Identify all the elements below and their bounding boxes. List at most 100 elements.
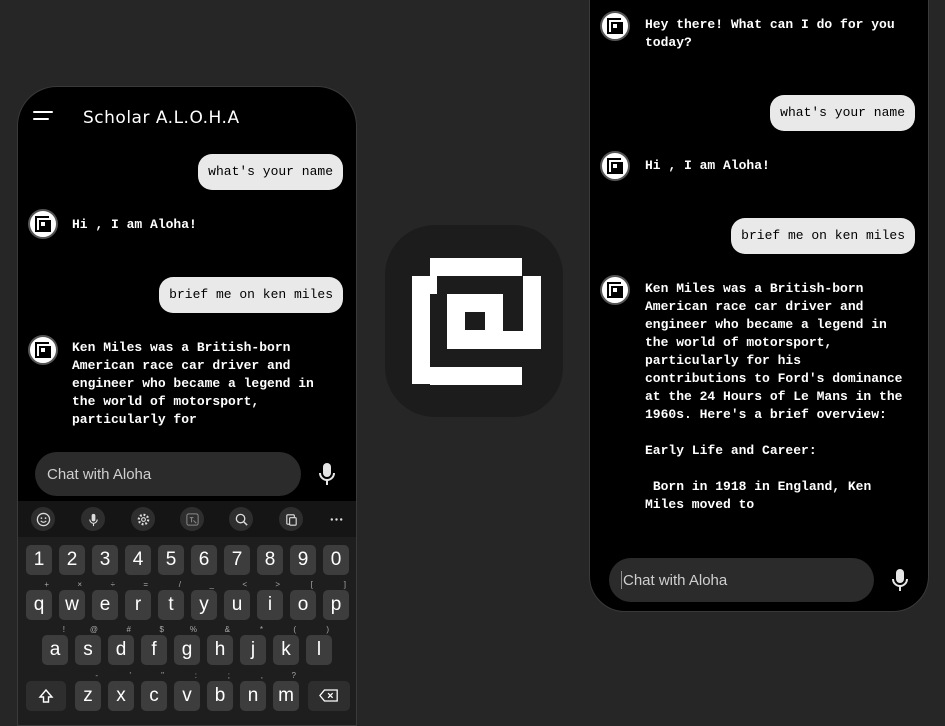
- bot-message: Ken Miles was a British-born American ra…: [72, 340, 314, 427]
- key-z[interactable]: z-: [75, 671, 101, 711]
- key-label: w: [65, 594, 79, 615]
- key-secondary-label: &: [224, 625, 230, 634]
- backspace-key-icon[interactable]: [308, 681, 350, 711]
- key-o[interactable]: o[: [290, 580, 316, 620]
- shift-key-icon[interactable]: [26, 681, 66, 711]
- key-label: q: [33, 594, 45, 615]
- chat-input[interactable]: Chat with Aloha: [35, 452, 301, 496]
- key-5[interactable]: 5: [158, 545, 184, 575]
- key-label: 8: [264, 549, 276, 570]
- bot-message: Hi , I am Aloha!: [72, 217, 197, 232]
- key-b[interactable]: b;: [207, 671, 233, 711]
- key-label: 4: [132, 549, 144, 570]
- key-secondary-label: #: [126, 625, 131, 634]
- key-secondary-label: ÷: [110, 580, 115, 589]
- key-label: d: [115, 639, 127, 660]
- voice-input-icon[interactable]: [81, 507, 105, 531]
- aloha-avatar-icon: [28, 209, 58, 239]
- key-t[interactable]: t /: [158, 580, 184, 620]
- key-e[interactable]: e ÷: [92, 580, 118, 620]
- key-p[interactable]: p]: [323, 580, 349, 620]
- key-7[interactable]: 7: [224, 545, 250, 575]
- key-l[interactable]: l): [306, 625, 332, 665]
- user-message: brief me on ken miles: [159, 277, 343, 313]
- search-icon[interactable]: [229, 507, 253, 531]
- key-f[interactable]: f $: [141, 625, 167, 665]
- key-w[interactable]: w ×: [59, 580, 85, 620]
- key-label: 3: [99, 549, 111, 570]
- key-3[interactable]: 3: [92, 545, 118, 575]
- on-screen-keyboard: 1 2 3 4 5 6 7 8 9 0 q + w × e ÷ r = t / y _ u < i > o[p] a! s @ d # f $ g%…: [18, 501, 356, 725]
- key-4[interactable]: 4: [125, 545, 151, 575]
- key-secondary-label: ]: [343, 580, 346, 589]
- key-label: x: [116, 685, 126, 706]
- key-label: n: [247, 685, 259, 706]
- key-s[interactable]: s @: [75, 625, 101, 665]
- microphone-icon[interactable]: [319, 463, 335, 485]
- bot-message: Ken Miles was a British-born American ra…: [645, 281, 903, 512]
- key-label: s: [83, 639, 93, 660]
- key-i[interactable]: i >: [257, 580, 283, 620]
- key-secondary-label: %: [189, 625, 197, 634]
- aloha-avatar-icon: [600, 11, 630, 41]
- key-9[interactable]: 9: [290, 545, 316, 575]
- key-label: r: [134, 594, 142, 615]
- key-secondary-label: ,: [260, 671, 263, 680]
- key-d[interactable]: d #: [108, 625, 134, 665]
- clipboard-icon[interactable]: [279, 507, 303, 531]
- chat-input-placeholder: Chat with Aloha: [47, 465, 152, 483]
- key-j[interactable]: j *: [240, 625, 266, 665]
- user-message: what's your name: [198, 154, 343, 190]
- key-secondary-label: $: [159, 625, 164, 634]
- key-label: a: [49, 639, 61, 660]
- key-u[interactable]: u <: [224, 580, 250, 620]
- key-x[interactable]: x ': [108, 671, 134, 711]
- translate-icon[interactable]: [180, 507, 204, 531]
- key-q[interactable]: q +: [26, 580, 52, 620]
- key-y[interactable]: y _: [191, 580, 217, 620]
- key-1[interactable]: 1: [26, 545, 52, 575]
- key-label: i: [267, 594, 273, 615]
- key-label: 1: [33, 549, 45, 570]
- key-r[interactable]: r =: [125, 580, 151, 620]
- bot-message: Hi , I am Aloha!: [645, 158, 770, 173]
- key-label: p: [330, 594, 342, 615]
- key-label: e: [99, 594, 111, 615]
- more-icon[interactable]: [324, 507, 348, 531]
- key-2[interactable]: 2: [59, 545, 85, 575]
- key-label: j: [250, 639, 256, 660]
- key-m[interactable]: m?: [273, 671, 299, 711]
- key-k[interactable]: k(: [273, 625, 299, 665]
- key-n[interactable]: n,: [240, 671, 266, 711]
- key-6[interactable]: 6: [191, 545, 217, 575]
- key-secondary-label: (: [293, 625, 296, 634]
- key-secondary-label: ;: [227, 671, 230, 680]
- key-a[interactable]: a!: [42, 625, 68, 665]
- key-v[interactable]: v:: [174, 671, 200, 711]
- key-label: f: [151, 639, 157, 660]
- key-secondary-label: +: [44, 580, 49, 589]
- aloha-avatar-icon: [600, 275, 630, 305]
- settings-icon[interactable]: [131, 507, 155, 531]
- right-phone-screen: Hey there! What can I do for you today? …: [589, 0, 929, 612]
- key-c[interactable]: c ": [141, 671, 167, 711]
- key-8[interactable]: 8: [257, 545, 283, 575]
- chat-input[interactable]: Chat with Aloha: [609, 558, 874, 602]
- key-label: u: [231, 594, 243, 615]
- key-secondary-label: !: [62, 625, 65, 634]
- key-secondary-label: /: [178, 580, 181, 589]
- key-secondary-label: >: [275, 580, 280, 589]
- user-message: brief me on ken miles: [731, 218, 915, 254]
- key-secondary-label: <: [242, 580, 247, 589]
- chat-input-placeholder: Chat with Aloha: [623, 571, 728, 589]
- key-secondary-label: ): [326, 625, 329, 634]
- menu-icon[interactable]: [33, 111, 55, 125]
- key-g[interactable]: g%: [174, 625, 200, 665]
- microphone-icon[interactable]: [892, 569, 908, 591]
- key-0[interactable]: 0: [323, 545, 349, 575]
- key-secondary-label: =: [143, 580, 148, 589]
- key-h[interactable]: h &: [207, 625, 233, 665]
- key-label: 9: [297, 549, 309, 570]
- key-secondary-label: ×: [77, 580, 82, 589]
- emoji-icon[interactable]: [31, 507, 55, 531]
